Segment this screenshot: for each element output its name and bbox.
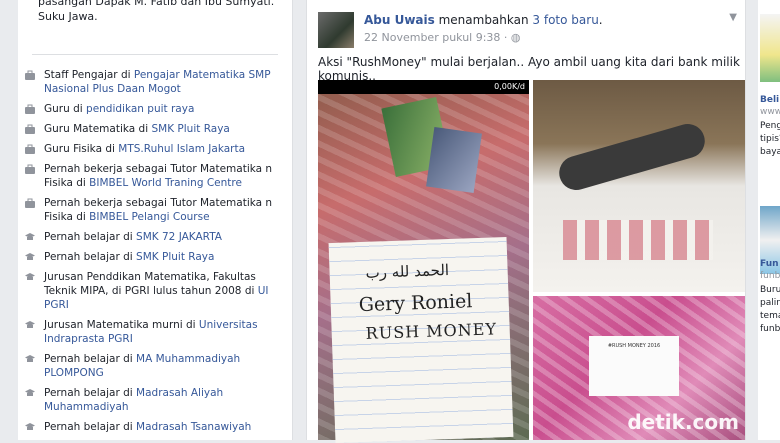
- post-body: Aksi "RushMoney" mulai berjalan.. Ayo am…: [318, 55, 740, 83]
- intro-item: Staff Pengajar di Pengajar Matematika SM…: [18, 68, 292, 96]
- intro-item: Pernah belajar di Madrasah Aliyah Muhamm…: [18, 386, 292, 414]
- money-pile: [563, 220, 713, 260]
- briefcase-icon: [24, 163, 36, 175]
- note-rush-money: RUSH MONEY: [365, 319, 498, 343]
- intro-item-label: Pernah belajar di: [44, 251, 137, 263]
- intro-bio: pasangan Dapak M. Fatib dan Ibu Sumyati.…: [18, 0, 292, 55]
- feed-post: Abu Uwais menambahkan 3 foto baru. 22 No…: [306, 0, 746, 443]
- intro-bio-text: pasangan Dapak M. Fatib dan Ibu Sumyati.…: [38, 0, 275, 23]
- briefcase-icon: [24, 143, 36, 155]
- intro-item: Jurusan Penddikan Matematika, Fakultas T…: [18, 270, 292, 312]
- intro-item-label: Pernah belajar di: [44, 231, 137, 243]
- intro-list: Staff Pengajar di Pengajar Matematika SM…: [18, 68, 292, 440]
- intro-item-label: Jurusan Penddikan Matematika, Fakultas T…: [44, 271, 258, 297]
- intro-item: Pernah bekerja sebagai Tutor Matematika …: [18, 196, 292, 224]
- intro-item-label: Pernah belajar di: [44, 353, 137, 365]
- ad-text: paling: [760, 298, 780, 308]
- divider: [32, 54, 278, 55]
- person-lying: [555, 119, 709, 195]
- author-name[interactable]: Abu Uwais: [364, 13, 435, 27]
- graduation-cap-icon: [24, 319, 36, 331]
- intro-item-label: Pernah belajar di: [44, 387, 137, 399]
- photo-grid: 0,00K/d الحمد لله رب Gery Roniel RUSH MO…: [318, 80, 745, 443]
- intro-item-link[interactable]: pendidikan puit raya: [86, 103, 194, 115]
- intro-item: Guru di pendidikan puit raya: [18, 102, 292, 116]
- intro-item: Jurusan Matematika murni di Universitas …: [18, 318, 292, 346]
- intro-item-link[interactable]: SMK Pluit Raya: [151, 123, 229, 135]
- intro-item-label: Staff Pengajar di: [44, 69, 134, 81]
- ad-text: tema: [760, 311, 780, 321]
- photo-3[interactable]: #RUSH MONEY 2016 detik.com: [533, 296, 745, 440]
- graduation-cap-icon: [24, 231, 36, 243]
- intro-item-label: Guru Fisika di: [44, 143, 119, 155]
- intro-item-link[interactable]: MTS.Ruhul Islam Jakarta: [118, 143, 245, 155]
- ad-url: funb: [760, 271, 780, 281]
- briefcase-icon: [24, 69, 36, 81]
- globe-icon: ◍: [510, 31, 521, 44]
- intro-item: Guru Fisika di MTS.Ruhul Islam Jakarta: [18, 142, 292, 156]
- graduation-cap-icon: [24, 271, 36, 283]
- avatar[interactable]: [318, 12, 354, 48]
- briefcase-icon: [24, 197, 36, 209]
- photo-count-link[interactable]: 3 foto baru: [532, 13, 598, 27]
- note-arabic: الحمد لله رب: [365, 260, 450, 282]
- action-text: menambahkan: [434, 13, 533, 27]
- note-name: Gery Roniel: [358, 290, 473, 317]
- graduation-cap-icon: [24, 353, 36, 365]
- ad-text: baya: [760, 147, 780, 157]
- briefcase-icon: [24, 123, 36, 135]
- note-paper: #RUSH MONEY 2016: [589, 336, 679, 396]
- ad-thumbnail[interactable]: [760, 14, 780, 82]
- photo-1[interactable]: 0,00K/d الحمد لله رب Gery Roniel RUSH MO…: [318, 80, 529, 443]
- intro-item: Pernah belajar di Madrasah Tsanawiyah: [18, 420, 292, 434]
- ad-text: funb: [760, 324, 780, 334]
- note-paper-text: #RUSH MONEY 2016: [607, 343, 661, 349]
- ad-url: www: [760, 107, 780, 117]
- graduation-cap-icon: [24, 421, 36, 433]
- phone-status-bar: 0,00K/d: [318, 80, 529, 94]
- intro-item-label: Jurusan Matematika murni di: [44, 319, 199, 331]
- chevron-down-icon[interactable]: ▼: [729, 12, 737, 23]
- graduation-cap-icon: [24, 251, 36, 263]
- handwritten-note: الحمد لله رب Gery Roniel RUSH MONEY: [328, 236, 514, 443]
- intro-item-label: Pernah belajar di: [44, 421, 137, 433]
- action-suffix: .: [598, 13, 603, 27]
- intro-item: Pernah belajar di SMK 72 JAKARTA: [18, 230, 292, 244]
- intro-item-link[interactable]: BIMBEL Pelangi Course: [89, 211, 209, 223]
- ad-text: Buru: [760, 285, 780, 295]
- timestamp-text: 22 November pukul 9:38 ·: [364, 31, 508, 44]
- intro-item-link[interactable]: SMK Pluit Raya: [136, 251, 214, 263]
- intro-item-link[interactable]: BIMBEL World Traning Centre: [89, 177, 242, 189]
- right-sidebar: Beli www Peng tipis? baya Fun funb Buru …: [758, 0, 780, 440]
- intro-item: Pernah belajar di SMK Pluit Raya: [18, 250, 292, 264]
- intro-item-label: Guru di: [44, 103, 87, 115]
- intro-item: Pernah bekerja sebagai Tutor Matematika …: [18, 162, 292, 190]
- ad-text: tipis?: [760, 134, 780, 144]
- graduation-cap-icon: [24, 387, 36, 399]
- photo-2[interactable]: [533, 80, 745, 292]
- briefcase-icon: [24, 103, 36, 115]
- bank-card: [426, 126, 482, 194]
- ad-text: Peng: [760, 121, 780, 131]
- post-timestamp[interactable]: 22 November pukul 9:38 · ◍: [364, 31, 521, 44]
- post-header: Abu Uwais menambahkan 3 foto baru.: [364, 12, 603, 28]
- intro-item-label: Guru Matematika di: [44, 123, 152, 135]
- intro-item: Guru Matematika di SMK Pluit Raya: [18, 122, 292, 136]
- intro-item: Pernah belajar di MA Muhammadiyah PLOMPO…: [18, 352, 292, 380]
- intro-item-link[interactable]: SMK 72 JAKARTA: [136, 231, 222, 243]
- detik-watermark: detik.com: [627, 410, 739, 434]
- intro-item-link[interactable]: Madrasah Tsanawiyah: [136, 421, 251, 433]
- intro-card: pasangan Dapak M. Fatib dan Ibu Sumyati.…: [18, 0, 293, 440]
